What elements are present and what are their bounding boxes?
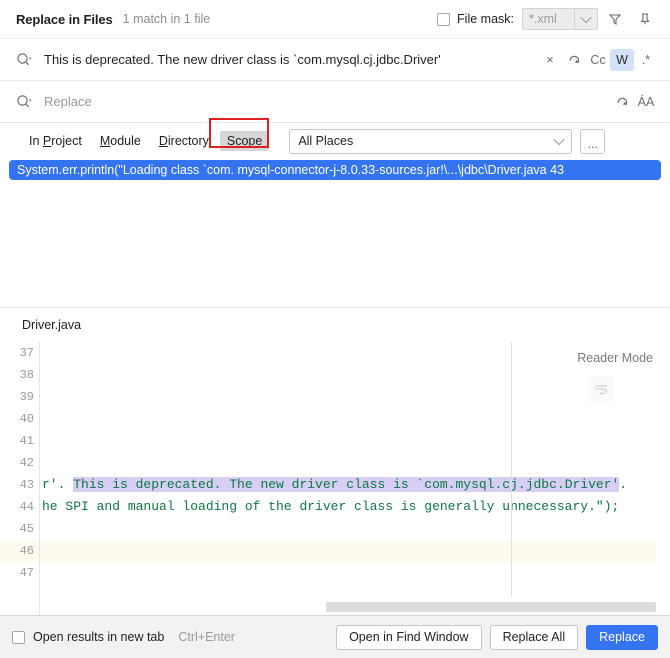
sidebar-item-directory[interactable]: Directory [152, 131, 216, 151]
line-number: 37 [19, 346, 34, 360]
line-number: 44 [19, 500, 34, 514]
scope-select-value: All Places [298, 134, 354, 148]
line-number: 46 [0, 540, 39, 562]
list-item[interactable]: System.err.println("Loading class `com. … [9, 160, 661, 180]
vertical-scrollbar-track[interactable] [656, 342, 670, 615]
horizontal-scrollbar-thumb[interactable] [326, 602, 656, 612]
code-editor[interactable]: 37 38 39 40 41 42 43 44 45 46 47 r'. Thi… [0, 342, 670, 615]
search-input[interactable]: This is deprecated. The new driver class… [44, 52, 538, 67]
sidebar-item-in-project[interactable]: In Project [22, 131, 89, 151]
horizontal-scrollbar-track[interactable] [41, 602, 656, 612]
search-history-icon[interactable] [562, 49, 586, 71]
line-number: 47 [19, 566, 34, 580]
open-results-new-tab-label: Open results in new tab [33, 630, 165, 644]
file-mask-dropdown-arrow[interactable] [574, 9, 597, 29]
header-right-group: File mask: *.xml [437, 6, 658, 32]
file-mask-value: *.xml [529, 12, 557, 26]
soft-wrap-icon[interactable] [588, 376, 614, 402]
code-area[interactable]: r'. This is deprecated. The new driver c… [40, 342, 670, 615]
file-mask-combo[interactable]: *.xml [522, 8, 598, 30]
sidebar-item-scope[interactable]: Scope [219, 131, 270, 151]
open-results-new-tab-checkbox[interactable] [12, 630, 25, 644]
file-mask-checkbox[interactable] [437, 12, 451, 26]
code-line-suffix: . [619, 477, 635, 492]
code-line-current [40, 540, 670, 562]
replace-field-row[interactable]: Replace ÁA [0, 81, 670, 123]
preview-file-name: Driver.java [22, 318, 82, 332]
code-line: he SPI and manual loading of the driver … [42, 499, 620, 514]
match-case-toggle[interactable]: Cc [586, 49, 610, 71]
footer-buttons: Open in Find Window Replace All Replace [336, 624, 658, 650]
search-actions: × Cc W .* [538, 48, 658, 71]
line-number: 42 [19, 456, 34, 470]
caret-column-guide [511, 342, 512, 597]
replace-input[interactable]: Replace [44, 94, 610, 109]
dialog-footer: Open results in new tab Ctrl+Enter Open … [0, 615, 670, 658]
results-list[interactable]: System.err.println("Loading class `com. … [0, 159, 670, 307]
replace-actions: ÁA [610, 91, 658, 113]
open-in-find-window-button[interactable]: Open in Find Window [336, 624, 482, 650]
reader-mode-label: Reader Mode [577, 351, 653, 365]
scope-select[interactable]: All Places [289, 128, 573, 154]
regex-toggle[interactable]: .* [634, 49, 658, 71]
code-line-prefix: r'. [42, 477, 74, 492]
line-number: 40 [19, 412, 34, 426]
replace-in-files-dialog: Replace in Files 1 match in 1 file File … [0, 0, 670, 658]
chevron-down-icon [580, 11, 592, 24]
result-item-text: System.err.println("Loading class `com. … [17, 163, 565, 177]
chevron-down-icon[interactable] [547, 133, 571, 146]
line-number: 43 [19, 478, 34, 492]
line-number: 39 [19, 390, 34, 404]
preview-panel: Driver.java 37 38 39 40 41 42 43 44 45 4… [0, 307, 670, 615]
code-match-highlight: This is deprecated. The new driver class… [73, 477, 620, 492]
line-number: 38 [19, 368, 34, 382]
words-toggle[interactable]: W [610, 48, 634, 71]
line-number: 41 [19, 434, 34, 448]
editor-gutter[interactable]: 37 38 39 40 41 42 43 44 45 46 47 [0, 342, 40, 615]
gutter-line-numbers: 37 38 39 40 41 42 43 44 45 46 47 [0, 342, 39, 584]
file-mask-label: File mask: [457, 12, 514, 26]
shortcut-hint: Ctrl+Enter [178, 630, 235, 644]
scope-row: In Project Module Directory Scope All Pl… [0, 123, 670, 159]
match-count-label: 1 match in 1 file [122, 12, 211, 26]
preserve-case-toggle[interactable]: ÁA [634, 91, 658, 113]
search-dropdown-icon[interactable] [16, 52, 38, 68]
replace-history-icon[interactable] [610, 91, 634, 113]
page-title: Replace in Files [16, 11, 113, 27]
clear-search-icon[interactable]: × [538, 49, 562, 71]
scope-more-button[interactable]: ... [580, 128, 606, 154]
dialog-header: Replace in Files 1 match in 1 file File … [0, 0, 670, 39]
replace-dropdown-icon[interactable] [16, 94, 38, 110]
pin-icon[interactable] [632, 6, 658, 32]
sidebar-item-module[interactable]: Module [93, 131, 148, 151]
replace-button[interactable]: Replace [586, 624, 658, 650]
filter-funnel-icon[interactable] [602, 6, 628, 32]
code-line-match: r'. This is deprecated. The new driver c… [40, 474, 670, 496]
search-field-row[interactable]: This is deprecated. The new driver class… [0, 39, 670, 81]
replace-all-button[interactable]: Replace All [489, 624, 579, 650]
line-number: 45 [19, 522, 34, 536]
